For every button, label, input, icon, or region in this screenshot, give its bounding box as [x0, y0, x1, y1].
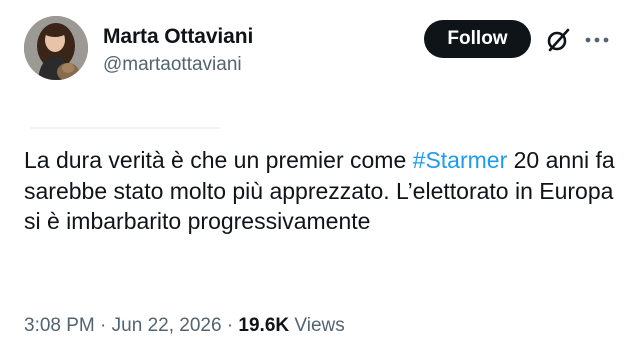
faint-divider: [30, 127, 220, 129]
tweet-time[interactable]: 3:08 PM: [24, 315, 95, 336]
follow-button[interactable]: Follow: [424, 20, 531, 58]
meta-separator: ·: [100, 315, 107, 336]
tweet-text-start: La dura verità è che un premier come: [24, 147, 413, 173]
author-name[interactable]: Marta Ottaviani: [103, 25, 253, 49]
hashtag-link[interactable]: #Starmer: [413, 147, 508, 173]
views-count[interactable]: 19.6K: [238, 315, 289, 336]
grok-icon[interactable]: [545, 27, 571, 53]
tweet-meta: 3:08 PM · Jun 22, 2026 · 19.6K Views: [24, 315, 345, 337]
tweet-date[interactable]: Jun 22, 2026: [112, 315, 222, 336]
tweet-text: La dura verità è che un premier come #St…: [24, 145, 624, 237]
avatar[interactable]: [24, 16, 88, 80]
author-handle[interactable]: @martaottaviani: [103, 54, 242, 76]
views-label: Views: [294, 315, 345, 336]
avatar-image: [24, 16, 88, 80]
meta-separator: ·: [226, 315, 234, 336]
more-horizontal-icon[interactable]: [585, 37, 609, 43]
